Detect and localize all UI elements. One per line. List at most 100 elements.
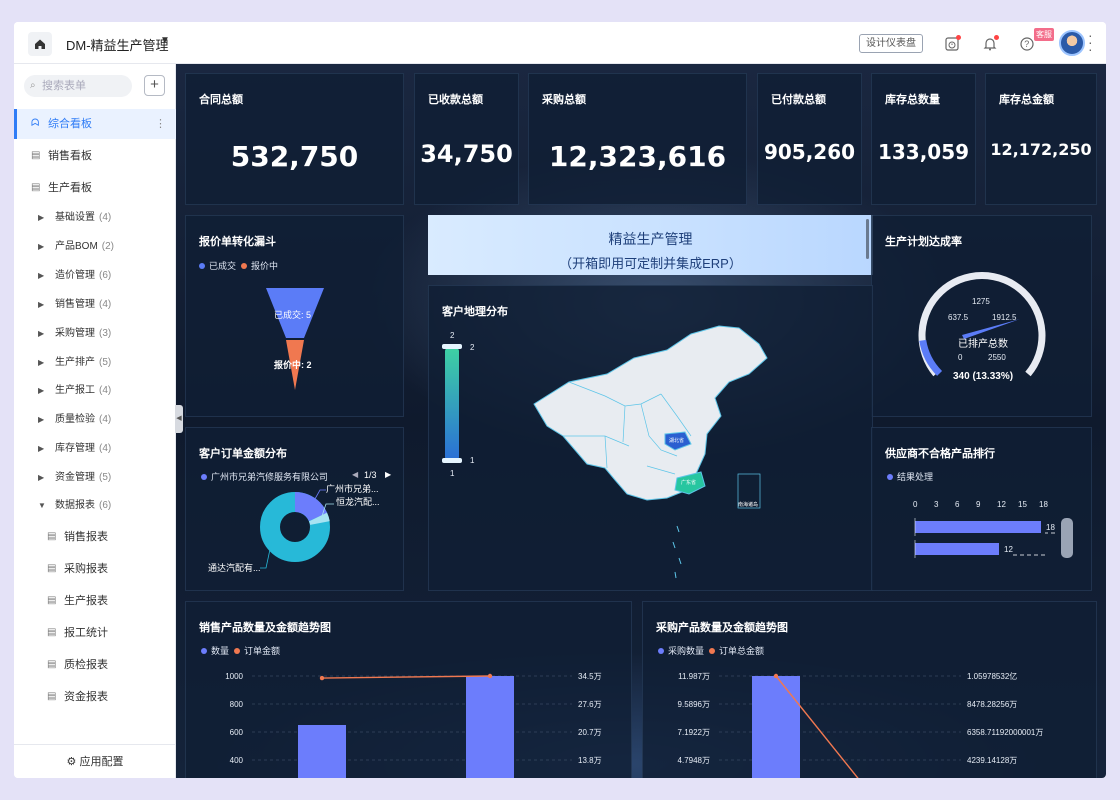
bar[interactable] — [915, 543, 999, 555]
app-config-button[interactable]: ⚙ 应用配置 — [14, 744, 176, 778]
sidebar-subitem[interactable]: ▤ 资金报表 — [14, 682, 176, 712]
sidebar-group[interactable]: ▶ 产品BOM (2) — [14, 233, 176, 261]
chevron-right-icon: ▶ — [38, 271, 45, 280]
gauge-progress — [919, 339, 943, 376]
group-label: 生产排产 — [55, 357, 95, 368]
sidebar-group[interactable]: ▶ 生产排产 (5) — [14, 349, 176, 377]
sidebar: ⌕ 搜索表单 + ᗣ 综合看板 ⋮ ▤ 销售看板 ▤ 生产看板 ▶ 基础设置 (4)… — [14, 64, 176, 778]
sidebar-group-expanded[interactable]: ▼ 数据报表 (6) — [14, 492, 176, 520]
sidebar-item-overview[interactable]: ᗣ 综合看板 ⋮ — [14, 109, 176, 139]
subitem-label: 报工统计 — [64, 627, 108, 639]
kpi-card-stock-qty: 库存总数量 133,059 — [871, 73, 976, 205]
sidebar-group[interactable]: ▶ 质量检验 (4) — [14, 406, 176, 434]
add-form-button[interactable]: + — [144, 75, 165, 96]
app-title[interactable]: DM-精益生产管理 — [66, 35, 169, 54]
search-placeholder: 搜索表单 — [42, 80, 86, 92]
customer-service-badge[interactable]: 客服 — [1034, 28, 1054, 41]
series-line — [321, 675, 491, 679]
gauge-chart: 1275 637.5 1912.5 0 2550 已排产总数 340 (13.3… — [918, 272, 1046, 382]
funnel-label: 已成交: 5 — [274, 310, 312, 320]
kpi-card-received: 已收款总额 34,750 — [414, 73, 519, 205]
search-input[interactable]: ⌕ 搜索表单 — [24, 75, 132, 97]
kpi-value: 905,260 — [763, 140, 856, 164]
chevron-right-icon: ▶ — [38, 329, 45, 338]
sidebar-subitem[interactable]: ▤ 质检报表 — [14, 650, 176, 680]
search-icon: ⌕ — [30, 80, 36, 91]
line-point[interactable] — [487, 673, 493, 679]
y-right-tick: 4239.14128万 — [967, 756, 1017, 765]
sidebar-subitem[interactable]: ▤ 生产报表 — [14, 586, 176, 616]
donut-slice-guangzhou[interactable] — [294, 491, 328, 522]
sidebar-item-sales-board[interactable]: ▤ 销售看板 — [14, 141, 176, 171]
line-point[interactable] — [319, 675, 325, 681]
gauge-center-label: 已排产总数 — [958, 337, 1008, 350]
group-count: (4) — [99, 385, 112, 396]
visual-map-handle-max: 2 — [470, 343, 475, 352]
line-point[interactable] — [773, 673, 779, 679]
scrollbar[interactable] — [866, 219, 869, 259]
sidebar-group[interactable]: ▶ 销售管理 (4) — [14, 291, 176, 319]
donut-slice-henglong[interactable] — [308, 512, 330, 526]
avatar[interactable] — [1059, 30, 1085, 56]
caret-down-icon[interactable]: ▼ — [160, 35, 170, 46]
group-label: 资金管理 — [55, 472, 95, 483]
sidebar-group[interactable]: ▶ 采购管理 (3) — [14, 320, 176, 348]
y-left-tick: 7.1922万 — [678, 728, 710, 737]
group-count: (5) — [99, 357, 112, 368]
kpi-label: 库存总金额 — [999, 94, 1054, 106]
legend-label: 报价中 — [251, 261, 279, 271]
chevron-right-icon: ▶ — [38, 473, 45, 482]
sidebar-group[interactable]: ▶ 资金管理 (5) — [14, 464, 176, 492]
sidebar-group[interactable]: ▶ 造价管理 (6) — [14, 262, 176, 290]
chevron-right-icon: ▶ — [38, 386, 45, 395]
y-right-tick: 8478.28256万 — [967, 700, 1017, 709]
form-icon: ▤ — [47, 563, 57, 574]
sidebar-subitem[interactable]: ▤ 采购报表 — [14, 554, 176, 584]
visual-map-bar[interactable] — [445, 348, 459, 460]
gauge-card: 生产计划达成率 1275 637.5 1912.5 0 2550 已排产总数 3… — [871, 215, 1092, 417]
china-map: 2 1 2 1 湖北省 广东省 南海诸岛 — [442, 325, 768, 579]
funnel-card: 报价单转化漏斗 已成交 报价中 已成交: 5 报价中: 2 — [185, 215, 404, 417]
map-mainland[interactable] — [533, 325, 768, 501]
visual-map-handle-top[interactable] — [442, 344, 462, 349]
subitem-label: 质检报表 — [64, 659, 108, 671]
form-icon: ▤ — [31, 182, 41, 193]
supplier-bar-chart: 0 3 6 9 12 15 18 18 12 — [913, 500, 1073, 558]
bar[interactable] — [752, 676, 800, 778]
more-vertical-icon[interactable]: · · · — [1088, 28, 1093, 56]
y-right-tick: 20.7万 — [578, 728, 602, 737]
order-amount-card: 客户订单金额分布 广州市兄弟汽修服务有限公司 ◀ 1/3 ▶ 广州市兄弟... … — [185, 427, 404, 591]
inset-label: 南海诸岛 — [738, 501, 758, 508]
bar[interactable] — [466, 676, 514, 778]
axis-tick-label: 3 — [934, 500, 939, 509]
sidebar-item-production-board[interactable]: ▤ 生产看板 — [14, 173, 176, 203]
y-right-tick: 34.5万 — [578, 672, 602, 681]
history-icon[interactable] — [942, 34, 962, 54]
sidebar-group[interactable]: ▶ 基础设置 (4) — [14, 204, 176, 232]
visual-map-handle-bottom[interactable] — [442, 458, 462, 463]
sidebar-subitem[interactable]: ▤ 报工统计 — [14, 618, 176, 648]
top-bar: DM-精益生产管理 ▼ 设计仪表盘 ? 客服 · · · — [14, 22, 1106, 64]
bar[interactable] — [298, 725, 346, 778]
chevron-right-icon: ▶ — [38, 242, 45, 251]
bar[interactable] — [915, 521, 1041, 533]
design-dashboard-button[interactable]: 设计仪表盘 — [859, 34, 923, 53]
sidebar-item-label: 销售看板 — [48, 150, 92, 162]
home-button[interactable] — [28, 32, 52, 56]
group-label: 产品BOM — [55, 241, 98, 252]
sidebar-group[interactable]: ▶ 库存管理 (4) — [14, 435, 176, 463]
bell-icon[interactable] — [980, 34, 1000, 54]
gauge-tick-label: 0 — [958, 353, 963, 362]
scroll-zoom-slider[interactable] — [1061, 518, 1073, 558]
donut-label: 恒龙汽配... — [336, 497, 380, 507]
sidebar-collapse-handle[interactable]: ◀ — [175, 405, 183, 433]
funnel-legend[interactable]: 已成交 报价中 — [199, 259, 278, 272]
dashboard-canvas: 合同总额 532,750 已收款总额 34,750 采购总额 12,323,61… — [176, 64, 1106, 778]
kpi-value: 133,059 — [877, 140, 970, 164]
sidebar-group[interactable]: ▶ 生产报工 (4) — [14, 377, 176, 405]
sidebar-subitem[interactable]: ▤ 销售报表 — [14, 522, 176, 552]
gear-icon: ⚙ — [66, 756, 77, 768]
more-vertical-icon[interactable]: ⋮ — [155, 109, 166, 139]
kpi-value: 532,750 — [230, 140, 359, 173]
chart-icon: ᗣ — [31, 118, 40, 129]
